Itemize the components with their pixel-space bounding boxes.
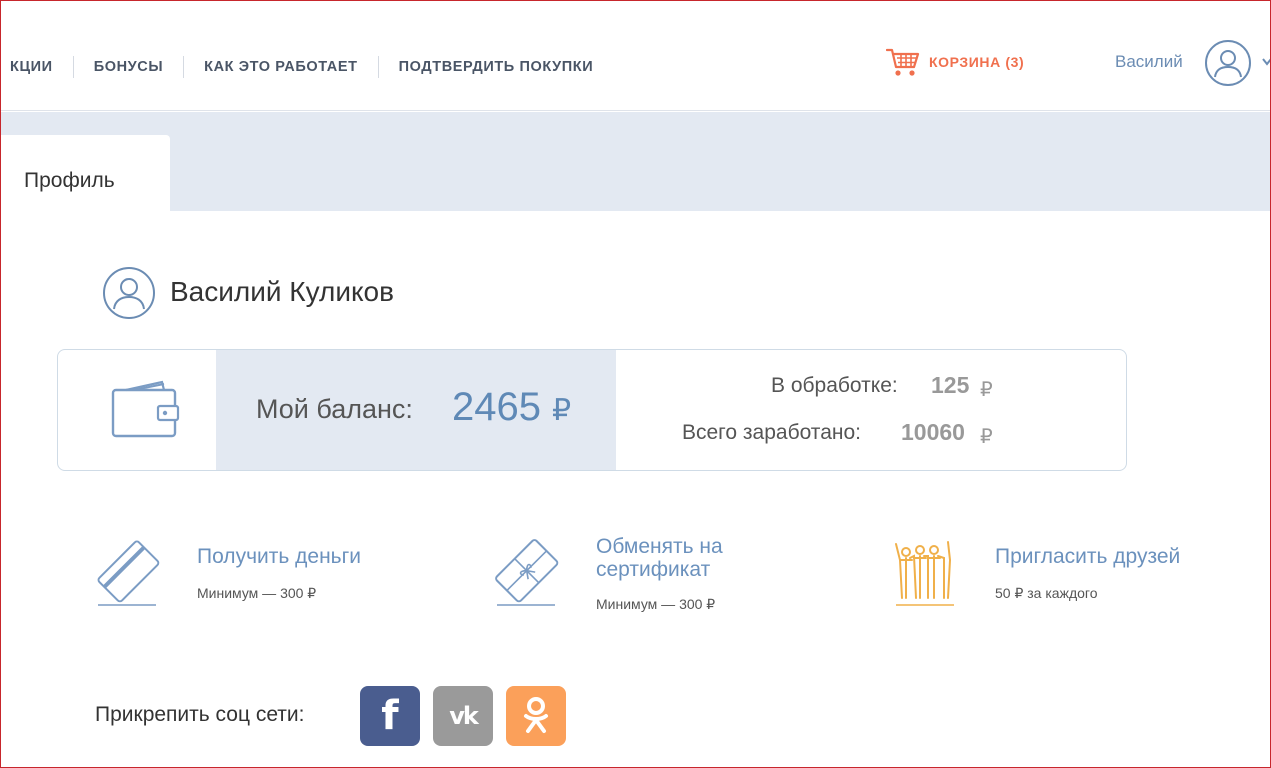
balance-currency: ₽ xyxy=(552,394,572,427)
wallet-icon xyxy=(111,380,180,438)
facebook-button[interactable]: f xyxy=(360,686,420,746)
user-avatar-icon[interactable] xyxy=(1204,39,1252,87)
user-name-link[interactable]: Василий xyxy=(1115,52,1183,72)
cart-link[interactable]: КОРЗИНА (3) xyxy=(886,47,1024,77)
odnoklassniki-button[interactable] xyxy=(506,686,566,746)
processing-label: В обработке: xyxy=(771,374,898,397)
exchange-certificate-link[interactable]: Обменять на сертификат xyxy=(596,535,723,581)
vk-icon: vk xyxy=(449,702,479,730)
exchange-title-line2: сертификат xyxy=(596,558,711,581)
processing-currency: ₽ xyxy=(980,379,993,401)
nav-item-confirm-purchases[interactable]: ПОДТВЕРДИТЬ ПОКУПКИ xyxy=(379,56,614,78)
friends-icon[interactable] xyxy=(892,538,958,608)
gift-card-icon[interactable] xyxy=(493,538,559,608)
odnoklassniki-icon xyxy=(524,697,548,733)
earned-label: Всего заработано: xyxy=(682,421,861,444)
top-header: КЦИИ БОНУСЫ КАК ЭТО РАБОТАЕТ ПОДТВЕРДИТЬ… xyxy=(0,0,1271,111)
balance-box: Мой баланс: 2465 ₽ xyxy=(216,350,616,470)
get-money-min: Минимум — 300 ₽ xyxy=(197,585,317,601)
processing-value: 125 xyxy=(931,372,970,398)
profile-name: Василий Куликов xyxy=(170,276,394,307)
invite-friends-bonus: 50 ₽ за каждого xyxy=(995,585,1098,601)
profile-avatar-icon xyxy=(103,267,155,319)
social-label: Прикрепить соц сети: xyxy=(95,703,305,726)
invite-friends-link[interactable]: Пригласить друзей xyxy=(995,545,1180,568)
earned-currency: ₽ xyxy=(980,426,993,448)
nav-item-promotions[interactable]: КЦИИ xyxy=(0,56,74,78)
exchange-title-line1: Обменять на xyxy=(596,535,723,558)
balance-label: Мой баланс: xyxy=(256,394,413,424)
tab-bar xyxy=(0,112,1271,211)
facebook-icon: f xyxy=(381,693,399,739)
nav-item-bonuses[interactable]: БОНУСЫ xyxy=(74,56,185,78)
get-money-link[interactable]: Получить деньги xyxy=(197,545,361,568)
balance-value: 2465 xyxy=(452,385,541,429)
nav-item-how-it-works[interactable]: КАК ЭТО РАБОТАЕТ xyxy=(184,56,379,78)
exchange-min: Минимум — 300 ₽ xyxy=(596,596,716,612)
balance-card: Мой баланс: 2465 ₽ В обработке: 125 ₽ Вс… xyxy=(57,349,1127,471)
earned-value: 10060 xyxy=(901,419,965,445)
tab-profile-label: Профиль xyxy=(24,169,115,192)
chevron-down-icon[interactable] xyxy=(1262,56,1271,68)
cart-label: КОРЗИНА (3) xyxy=(929,54,1025,70)
card-icon[interactable] xyxy=(94,538,160,608)
main-nav: КЦИИ БОНУСЫ КАК ЭТО РАБОТАЕТ ПОДТВЕРДИТЬ… xyxy=(0,54,613,80)
cart-icon xyxy=(886,48,920,76)
vk-button[interactable]: vk xyxy=(433,686,493,746)
